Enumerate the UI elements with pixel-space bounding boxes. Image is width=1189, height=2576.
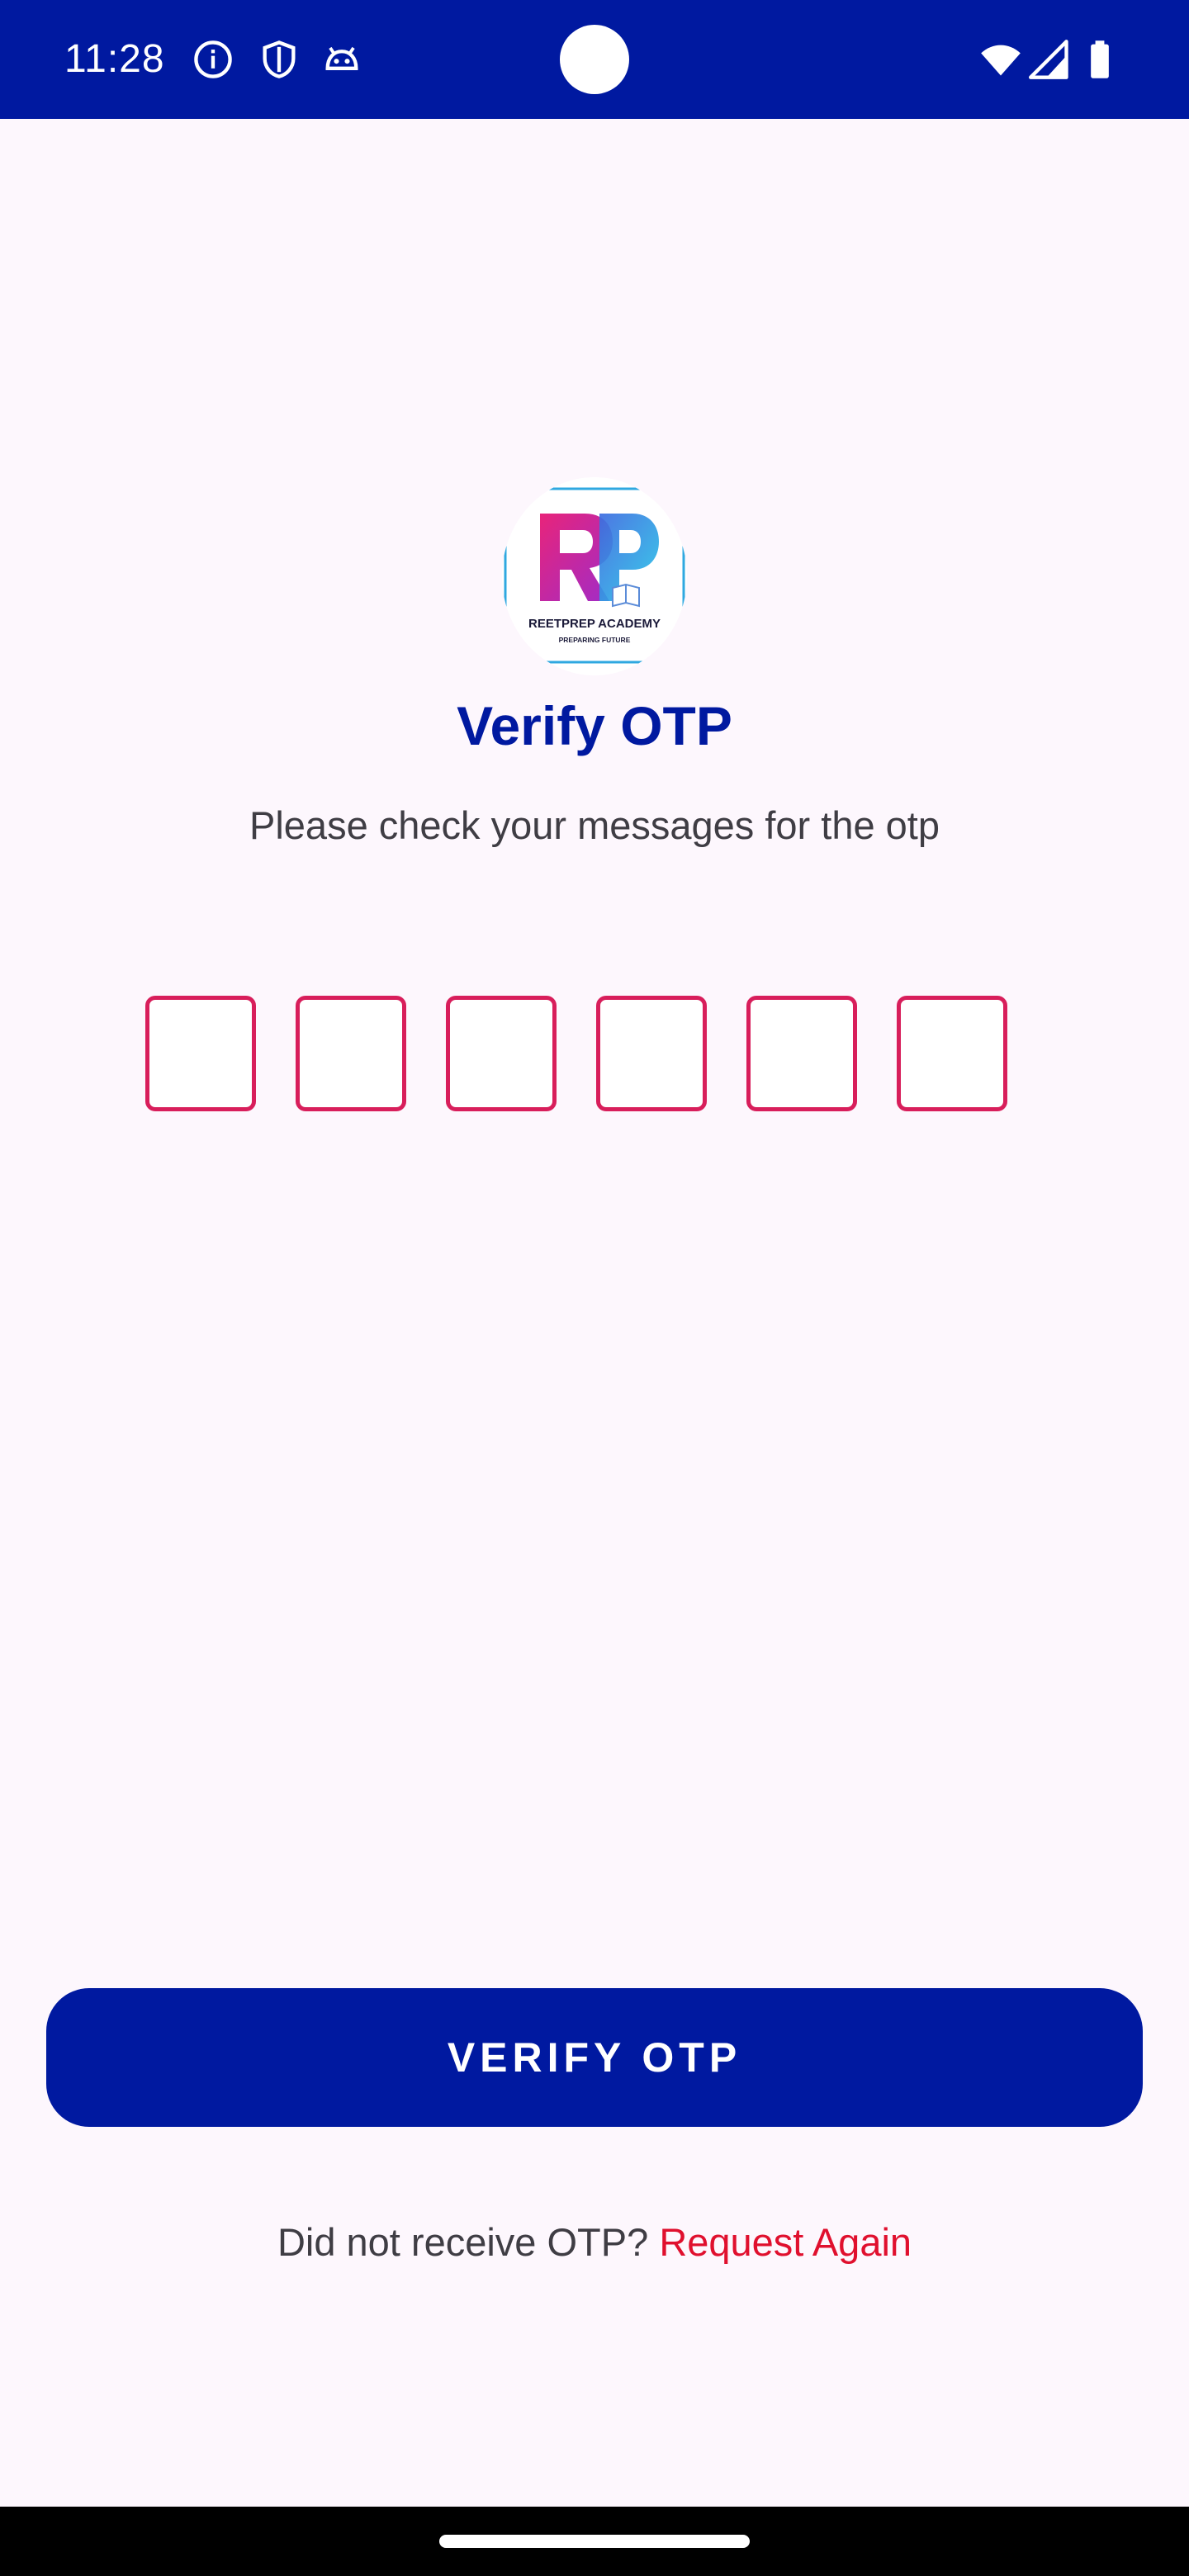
request-again-link[interactable]: Request Again xyxy=(659,2220,912,2264)
verify-otp-button[interactable]: VERIFY OTP xyxy=(46,1988,1143,2127)
info-icon xyxy=(192,38,234,81)
app-logo: REETPREP ACADEMY PREPARING FUTURE xyxy=(502,477,687,675)
shield-icon xyxy=(258,38,301,81)
otp-digit-4[interactable] xyxy=(596,996,707,1111)
otp-input-group xyxy=(145,996,1007,1111)
page-title: Verify OTP xyxy=(457,695,732,756)
otp-digit-1[interactable] xyxy=(145,996,256,1111)
android-icon xyxy=(320,38,363,81)
resend-prompt: Did not receive OTP? xyxy=(277,2220,649,2264)
resend-otp-line: Did not receive OTP? Request Again xyxy=(0,2216,1189,2269)
cell-signal-icon xyxy=(1029,38,1072,81)
navigation-bar xyxy=(0,2507,1189,2576)
camera-cutout xyxy=(560,25,629,94)
logo-tagline: PREPARING FUTURE xyxy=(559,636,631,644)
home-gesture-handle[interactable] xyxy=(439,2535,750,2548)
wifi-icon xyxy=(979,38,1022,81)
otp-digit-3[interactable] xyxy=(446,996,557,1111)
status-time: 11:28 xyxy=(64,37,165,81)
page-subtitle: Please check your messages for the otp xyxy=(249,803,940,847)
status-bar: 11:28 xyxy=(0,0,1189,119)
logo-brand-name: REETPREP ACADEMY xyxy=(528,617,661,631)
otp-digit-5[interactable] xyxy=(746,996,857,1111)
battery-icon xyxy=(1078,38,1121,81)
otp-digit-6[interactable] xyxy=(897,996,1007,1111)
otp-digit-2[interactable] xyxy=(296,996,406,1111)
